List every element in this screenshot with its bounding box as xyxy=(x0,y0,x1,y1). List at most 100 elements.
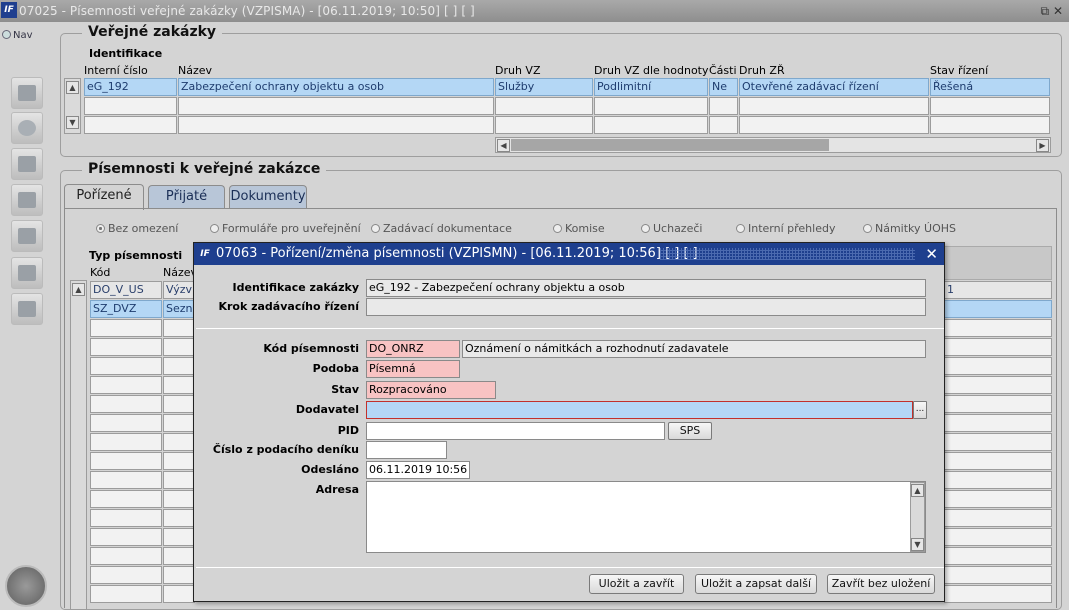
filter-formulare[interactable]: Formuláře pro uveřejnění xyxy=(210,222,361,235)
pis-empty-cell[interactable] xyxy=(163,395,195,413)
adresa-field[interactable] xyxy=(366,481,926,553)
pis-empty-cell[interactable] xyxy=(944,509,1052,527)
vz-cell-stav[interactable]: Řešená xyxy=(930,78,1050,96)
ident-field[interactable]: eG_192 - Zabezpečení ochrany objektu a o… xyxy=(366,279,926,297)
pis-empty-cell[interactable] xyxy=(90,585,162,603)
filter-komise[interactable]: Komise xyxy=(553,222,605,235)
pis-empty-cell[interactable] xyxy=(90,452,162,470)
pis-empty-cell[interactable] xyxy=(944,414,1052,432)
pis-empty-cell[interactable] xyxy=(163,319,195,337)
scroll-down-icon[interactable]: ▼ xyxy=(66,116,79,129)
sidebar-scales-icon[interactable] xyxy=(11,257,43,289)
pis-empty-cell[interactable] xyxy=(944,395,1052,413)
pis-empty-cell[interactable] xyxy=(90,528,162,546)
vz-cell-casti[interactable]: Ne xyxy=(709,78,738,96)
vz-empty-cell[interactable] xyxy=(178,97,494,115)
vz-horizontal-scrollbar[interactable]: ◀ ▶ xyxy=(495,137,1051,153)
filter-bez-omezeni[interactable]: Bez omezení xyxy=(96,222,178,235)
vz-cell-druh[interactable]: Služby xyxy=(495,78,593,96)
pis-row-nazev[interactable]: Sezna xyxy=(163,300,195,318)
pis-empty-cell[interactable] xyxy=(944,319,1052,337)
pis-empty-cell[interactable] xyxy=(944,471,1052,489)
close-icon[interactable]: ✕ xyxy=(1053,4,1063,18)
pis-empty-cell[interactable] xyxy=(90,319,162,337)
kod-field[interactable]: DO_ONRZ xyxy=(366,340,460,358)
pis-empty-cell[interactable] xyxy=(163,357,195,375)
vz-empty-cell[interactable] xyxy=(709,116,738,134)
vz-empty-cell[interactable] xyxy=(709,97,738,115)
pis-row-right-value[interactable]: 1 xyxy=(944,281,1052,299)
pis-empty-cell[interactable] xyxy=(944,357,1052,375)
krok-field[interactable] xyxy=(366,298,926,316)
scroll-up-icon[interactable]: ▲ xyxy=(72,283,85,296)
scroll-thumb[interactable] xyxy=(511,139,829,151)
pis-empty-cell[interactable] xyxy=(944,452,1052,470)
save-close-button[interactable]: Uložit a zavřít xyxy=(589,574,684,594)
pis-empty-cell[interactable] xyxy=(90,471,162,489)
sps-button[interactable]: SPS xyxy=(668,422,712,440)
vz-empty-cell[interactable] xyxy=(84,116,177,134)
vz-cell-nazev[interactable]: Zabezpečení ochrany objektu a osob xyxy=(178,78,494,96)
vz-cell-interni[interactable]: eG_192 xyxy=(84,78,177,96)
pis-empty-cell[interactable] xyxy=(90,490,162,508)
scroll-left-icon[interactable]: ◀ xyxy=(497,139,510,152)
pis-vertical-scrollbar[interactable]: ▲ xyxy=(70,280,87,610)
vz-empty-cell[interactable] xyxy=(495,116,593,134)
vz-empty-cell[interactable] xyxy=(178,116,494,134)
vz-empty-cell[interactable] xyxy=(930,116,1050,134)
save-next-button[interactable]: Uložit a zapsat další xyxy=(695,574,817,594)
filter-zadavaci-dokumentace[interactable]: Zadávací dokumentace xyxy=(371,222,512,235)
pis-empty-cell[interactable] xyxy=(944,566,1052,584)
pis-empty-cell[interactable] xyxy=(163,490,195,508)
pis-empty-cell[interactable] xyxy=(163,414,195,432)
dodavatel-lov-button[interactable]: ... xyxy=(913,401,927,419)
pis-empty-cell[interactable] xyxy=(163,585,195,603)
vz-empty-cell[interactable] xyxy=(594,97,708,115)
pis-empty-cell[interactable] xyxy=(944,490,1052,508)
vz-empty-cell[interactable] xyxy=(594,116,708,134)
vz-cell-druh-zr[interactable]: Otevřené zadávací řízení xyxy=(739,78,929,96)
pis-empty-cell[interactable] xyxy=(90,566,162,584)
pis-row-right-selected[interactable] xyxy=(944,300,1052,318)
pis-empty-cell[interactable] xyxy=(163,376,195,394)
pis-empty-cell[interactable] xyxy=(944,528,1052,546)
pis-row-kod[interactable]: SZ_DVZ xyxy=(90,300,162,318)
pis-empty-cell[interactable] xyxy=(944,433,1052,451)
sidebar-clock-icon[interactable] xyxy=(11,112,43,144)
pis-empty-cell[interactable] xyxy=(90,357,162,375)
cislo-field[interactable] xyxy=(366,441,447,459)
pis-empty-cell[interactable] xyxy=(163,471,195,489)
pis-empty-cell[interactable] xyxy=(163,566,195,584)
pis-empty-cell[interactable] xyxy=(90,338,162,356)
filter-uchazeci[interactable]: Uchazeči xyxy=(641,222,702,235)
pis-row-kod[interactable]: DO_V_US xyxy=(90,281,162,299)
dodavatel-field[interactable] xyxy=(366,401,913,419)
sidebar-printer-icon[interactable] xyxy=(11,220,43,252)
scroll-right-icon[interactable]: ▶ xyxy=(1036,139,1049,152)
adresa-scrollbar[interactable]: ▲ ▼ xyxy=(910,482,925,552)
sidebar-document-icon[interactable] xyxy=(11,148,43,180)
pid-field[interactable] xyxy=(366,422,665,440)
vz-empty-cell[interactable] xyxy=(84,97,177,115)
scroll-up-icon[interactable]: ▲ xyxy=(911,484,924,497)
nav-toggle[interactable]: Nav xyxy=(2,30,33,41)
vz-empty-cell[interactable] xyxy=(739,97,929,115)
close-nosave-button[interactable]: Zavřít bez uložení xyxy=(827,574,935,594)
pis-empty-cell[interactable] xyxy=(90,395,162,413)
pis-empty-cell[interactable] xyxy=(163,528,195,546)
pis-empty-cell[interactable] xyxy=(163,509,195,527)
pis-empty-cell[interactable] xyxy=(163,338,195,356)
filter-interni-prehledy[interactable]: Interní přehledy xyxy=(736,222,835,235)
filter-namitky-uohs[interactable]: Námitky ÚOHS xyxy=(863,222,956,235)
podoba-field[interactable]: Písemná xyxy=(366,360,460,378)
vz-empty-cell[interactable] xyxy=(739,116,929,134)
tab-dokumenty[interactable]: Dokumenty xyxy=(229,185,307,209)
sidebar-briefcase-icon[interactable] xyxy=(11,184,43,216)
pis-empty-cell[interactable] xyxy=(163,547,195,565)
odeslano-field[interactable]: 06.11.2019 10:56 xyxy=(366,461,470,479)
vz-empty-cell[interactable] xyxy=(495,97,593,115)
tab-prijate[interactable]: Přijaté xyxy=(148,185,225,209)
pis-empty-cell[interactable] xyxy=(90,376,162,394)
stav-field[interactable]: Rozpracováno xyxy=(366,381,496,399)
dialog-close-icon[interactable]: ✕ xyxy=(925,243,938,265)
